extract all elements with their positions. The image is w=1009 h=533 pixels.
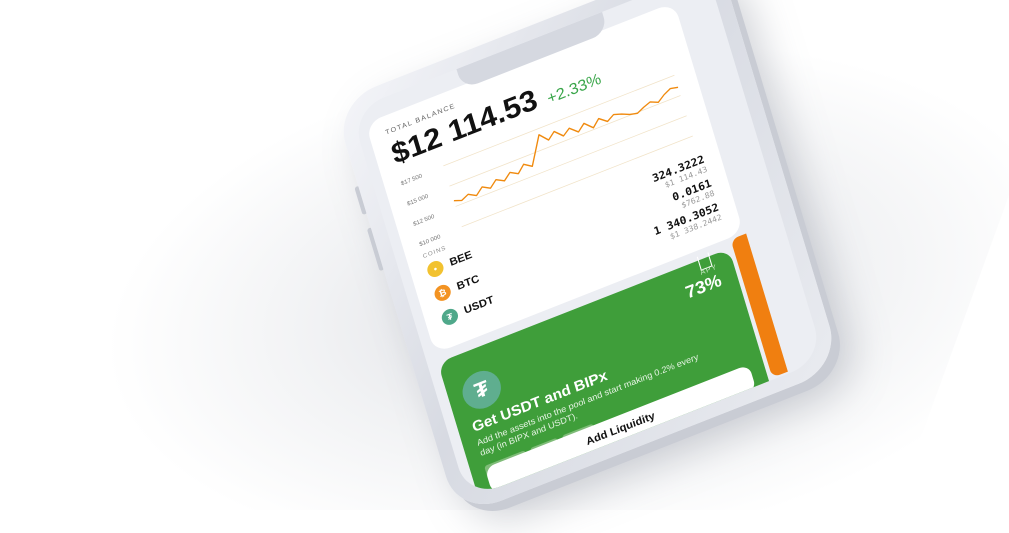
chart-y-tick-label: $17 500: [400, 173, 423, 187]
chart-y-tick-label: $15 000: [407, 194, 430, 208]
coin-name: USDT: [462, 294, 496, 317]
phone-mockup: TOTAL BALANCE $12 114.53 +2.33% $17 500 $…: [333, 0, 842, 518]
tether-icon: ₮: [439, 306, 460, 328]
coin-name: BTC: [455, 273, 481, 293]
chart-y-tick-label: $10 000: [419, 234, 442, 248]
coin-name: BEE: [448, 249, 474, 269]
apy-block: APY 73%: [681, 264, 724, 304]
tether-icon: ₮: [458, 365, 506, 415]
bitcoin-icon: ₿: [432, 282, 453, 304]
bee-icon: •: [425, 258, 446, 280]
chart-y-tick-label: $12 500: [413, 214, 436, 228]
